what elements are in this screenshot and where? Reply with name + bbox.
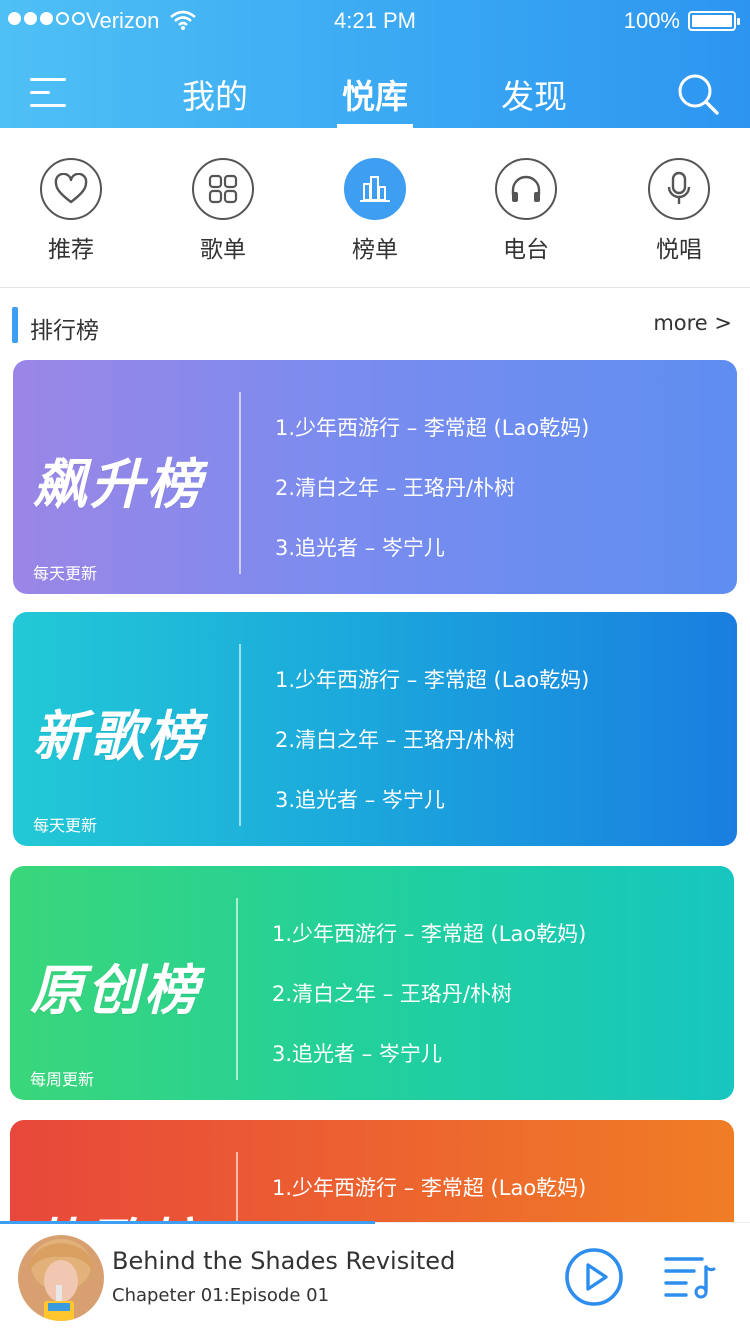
chart-song-item[interactable]: 3.追光者 – 岑宁儿: [275, 784, 445, 814]
chart-song-item[interactable]: 3.追光者 – 岑宁儿: [272, 1038, 442, 1068]
card-divider: [236, 898, 238, 1080]
microphone-icon: [648, 158, 710, 220]
section-accent-bar: [12, 307, 18, 343]
category-playlist[interactable]: 歌单: [163, 158, 283, 264]
category-recommend[interactable]: 推荐: [11, 158, 131, 264]
chart-update-frequency: 每天更新: [33, 816, 98, 835]
category-label: 歌单: [200, 237, 246, 263]
card-divider: [239, 392, 241, 574]
playback-progress-bar[interactable]: [0, 1221, 375, 1224]
chart-card-rising[interactable]: 飙升榜 每天更新 1.少年西游行 – 李常超 (Lao乾妈) 2.清白之年 – …: [13, 360, 737, 594]
tab-mine[interactable]: 我的: [178, 70, 252, 128]
chart-title: 原创榜: [30, 959, 201, 1022]
section-title: 排行榜: [30, 318, 99, 344]
playlist-icon[interactable]: [664, 1253, 716, 1299]
battery-percentage: 100%: [623, 8, 680, 33]
chart-song-item[interactable]: 1.少年西游行 – 李常超 (Lao乾妈): [275, 664, 589, 694]
search-icon[interactable]: [676, 72, 720, 116]
play-icon[interactable]: [564, 1247, 624, 1307]
track-subtitle: Chapeter 01:Episode 01: [112, 1285, 330, 1306]
card-divider: [239, 644, 241, 826]
category-label: 悦唱: [656, 237, 702, 263]
menu-icon[interactable]: [30, 76, 66, 108]
chart-card-new-songs[interactable]: 新歌榜 每天更新 1.少年西游行 – 李常超 (Lao乾妈) 2.清白之年 – …: [13, 612, 737, 846]
chart-song-item[interactable]: 1.少年西游行 – 李常超 (Lao乾妈): [272, 1172, 586, 1202]
category-label: 推荐: [48, 237, 94, 263]
chart-title: 飙升榜: [33, 453, 204, 516]
category-sing[interactable]: 悦唱: [619, 158, 739, 264]
chart-song-item[interactable]: 2.清白之年 – 王珞丹/朴树: [275, 724, 515, 754]
chart-update-frequency: 每天更新: [33, 564, 98, 583]
chart-song-item[interactable]: 2.清白之年 – 王珞丹/朴树: [272, 978, 512, 1008]
chart-song-item[interactable]: 1.少年西游行 – 李常超 (Lao乾妈): [275, 412, 589, 442]
app-header: Verizon 4:21 PM 100% 我的 悦库 发现: [0, 0, 750, 128]
category-bar: 推荐 歌单 榜单 电台 悦唱: [0, 128, 750, 288]
category-charts[interactable]: 榜单: [315, 158, 435, 264]
chart-card-original[interactable]: 原创榜 每周更新 1.少年西游行 – 李常超 (Lao乾妈) 2.清白之年 – …: [10, 866, 734, 1100]
section-header: 排行榜 more >: [0, 305, 750, 345]
tab-discover[interactable]: 发现: [497, 70, 571, 128]
tab-yueku[interactable]: 悦库: [337, 70, 413, 128]
chart-title: 新歌榜: [33, 705, 204, 768]
chart-song-item[interactable]: 3.追光者 – 岑宁儿: [275, 532, 445, 562]
grid-icon: [192, 158, 254, 220]
heart-icon: [40, 158, 102, 220]
chart-song-item[interactable]: 1.少年西游行 – 李常超 (Lao乾妈): [272, 918, 586, 948]
mini-player: Behind the Shades Revisited Chapeter 01:…: [0, 1221, 750, 1334]
chart-song-item[interactable]: 2.清白之年 – 王珞丹/朴树: [275, 472, 515, 502]
album-cover[interactable]: [18, 1235, 104, 1321]
category-label: 电台: [503, 237, 549, 263]
category-label: 榜单: [352, 237, 398, 263]
category-radio[interactable]: 电台: [466, 158, 586, 264]
battery-icon: [688, 11, 740, 31]
chart-update-frequency: 每周更新: [30, 1070, 95, 1089]
headphones-icon: [495, 158, 557, 220]
bar-chart-icon: [344, 158, 406, 220]
more-link[interactable]: more >: [653, 311, 732, 335]
track-title: Behind the Shades Revisited: [112, 1247, 456, 1275]
status-bar: Verizon 4:21 PM 100%: [0, 0, 750, 40]
